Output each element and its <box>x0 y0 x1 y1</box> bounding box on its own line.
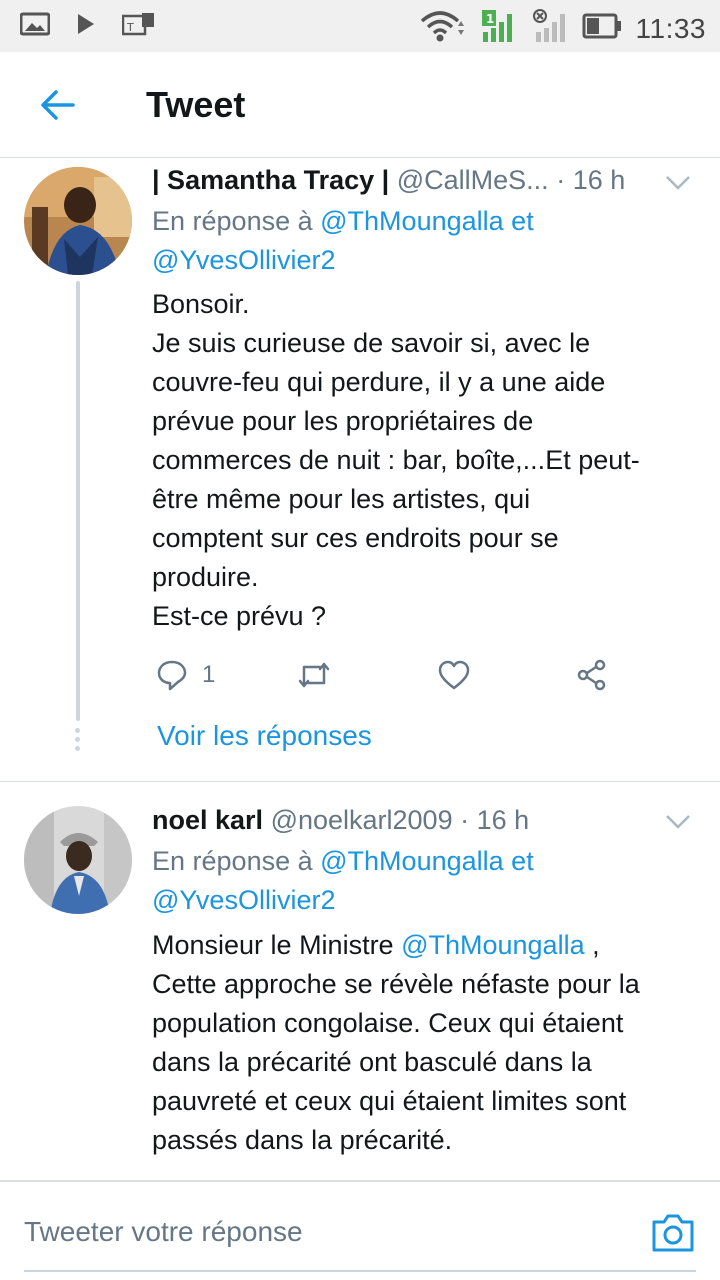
tweet-text-line: Cette approche se révèle néfaste pour la <box>152 969 640 999</box>
heart-icon <box>438 660 470 690</box>
wifi-icon <box>420 9 466 48</box>
chevron-down-icon[interactable] <box>664 812 692 832</box>
reply-button[interactable]: 1 <box>156 655 215 695</box>
reply-prefix: En réponse à <box>152 846 313 876</box>
reply-input[interactable] <box>24 1208 624 1256</box>
thread-dots <box>75 728 81 755</box>
reply-handle[interactable]: @ThMoungalla <box>320 846 504 876</box>
signal-sim2-icon <box>532 8 568 49</box>
tweet-text-line: passés dans la précarité. <box>152 1125 453 1155</box>
reply-joiner[interactable]: et <box>511 846 534 876</box>
reply-context: En réponse à @ThMoungalla et @YvesOllivi… <box>152 842 692 920</box>
tweet-text-line: être même pour les artistes, qui <box>152 484 531 514</box>
battery-icon <box>582 11 622 46</box>
tweet-header: | Samantha Tracy | @CallMeS... · 16 h <box>152 165 625 196</box>
author-handle[interactable]: @CallMeS... <box>397 165 549 195</box>
tweet[interactable]: noel karl @noelkarl2009 · 16 h En répons… <box>0 782 720 1180</box>
svg-text:1: 1 <box>486 12 494 26</box>
avatar[interactable] <box>24 806 132 914</box>
author-name[interactable]: | Samantha Tracy | <box>152 165 389 195</box>
reply-count: 1 <box>202 661 216 688</box>
share-icon <box>577 659 606 691</box>
reply-composer <box>0 1180 720 1280</box>
tweet[interactable]: | Samantha Tracy | @CallMeS... · 16 h En… <box>0 159 720 781</box>
reply-context: En réponse à @ThMoungalla et @YvesOllivi… <box>152 202 692 280</box>
gallery-notification-icon <box>19 12 51 41</box>
status-bar: T 1 11:33 <box>0 0 720 52</box>
tweet-text: Bonsoir. Je suis curieuse de savoir si, … <box>152 285 697 636</box>
tweet-text-line: prévue pour les propriétaires de <box>152 406 534 436</box>
retweet-button[interactable] <box>296 655 332 695</box>
author-handle[interactable]: @noelkarl2009 <box>271 805 453 835</box>
chevron-down-icon[interactable] <box>664 173 692 193</box>
thread-line <box>76 281 80 721</box>
page-title: Tweet <box>146 84 246 125</box>
tweet-time: · 16 h <box>556 165 626 195</box>
reply-joiner[interactable]: et <box>511 206 534 236</box>
reply-prefix: En réponse à <box>152 206 313 236</box>
mention-link[interactable]: @ThMoungalla <box>401 930 585 960</box>
tweet-text-line: Est-ce prévu ? <box>152 601 327 631</box>
reply-handle[interactable]: @YvesOllivier2 <box>152 885 335 915</box>
tweet-text: Monsieur le Ministre @ThMoungalla , Cett… <box>152 926 697 1160</box>
arrow-left-icon <box>41 90 75 120</box>
tweet-text-line: Monsieur le Ministre @ThMoungalla , <box>152 926 697 965</box>
input-underline <box>24 1270 696 1272</box>
tweet-text-line: dans la précarité ont basculé dans la <box>152 1047 592 1077</box>
body-suffix: , <box>584 930 600 960</box>
play-notification-icon <box>76 12 96 41</box>
like-button[interactable] <box>438 655 470 695</box>
tweet-text-line: Bonsoir. <box>152 289 250 319</box>
camera-button[interactable] <box>650 1210 696 1254</box>
app-notification-icon: T <box>121 12 156 41</box>
body-prefix: Monsieur le Ministre <box>152 930 402 960</box>
reply-handle[interactable]: @YvesOllivier2 <box>152 245 335 275</box>
tweet-text-line: Je suis curieuse de savoir si, avec le <box>152 328 591 358</box>
app-bar: Tweet <box>0 52 720 158</box>
share-button[interactable] <box>576 655 608 695</box>
tweet-text-line: population congolaise. Ceux qui étaient <box>152 1008 624 1038</box>
reply-handle[interactable]: @ThMoungalla <box>320 206 504 236</box>
reply-icon <box>157 660 187 691</box>
tweet-actions: 1 <box>152 655 622 695</box>
signal-sim1-icon: 1 <box>480 8 518 49</box>
tweet-text-line: commerces de nuit : bar, boîte,...Et peu… <box>152 445 640 475</box>
camera-icon <box>652 1214 694 1252</box>
tweet-header: noel karl @noelkarl2009 · 16 h <box>152 805 529 836</box>
tweet-text-line: produire. <box>152 562 259 592</box>
tweet-text-line: couvre-feu qui perdure, il y a une aide <box>152 367 606 397</box>
author-name[interactable]: noel karl <box>152 805 263 835</box>
avatar[interactable] <box>24 167 132 275</box>
tweet-time: · 16 h <box>460 805 530 835</box>
svg-text:T: T <box>126 21 134 34</box>
tweet-text-line: pauvreté et ceux qui étaient limites son… <box>152 1086 627 1116</box>
retweet-icon <box>298 662 330 688</box>
tweet-text-line: comptent sur ces endroits pour se <box>152 523 559 553</box>
see-replies-link[interactable]: Voir les réponses <box>157 720 372 752</box>
clock: 11:33 <box>635 12 706 44</box>
back-button[interactable] <box>34 82 80 128</box>
